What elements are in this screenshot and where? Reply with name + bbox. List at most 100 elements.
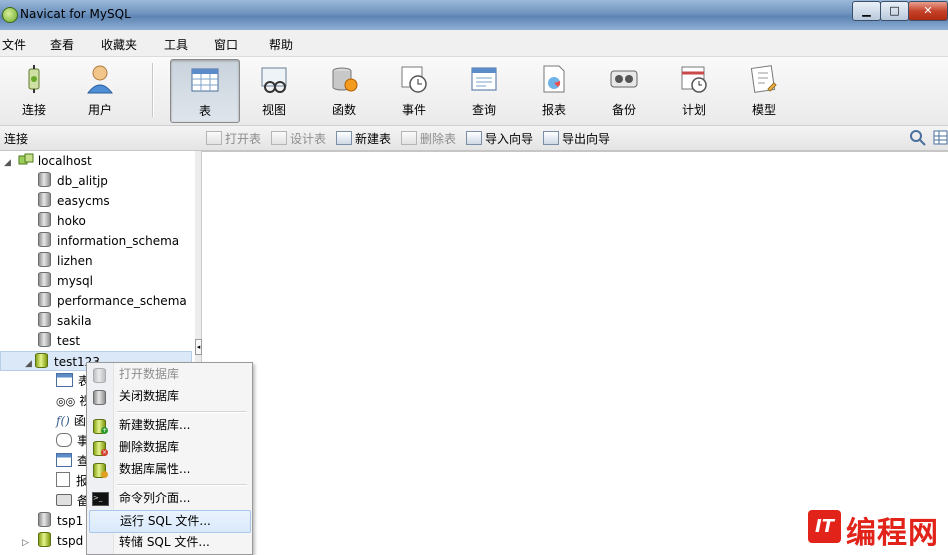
toolbar-connection-button[interactable]: 连接: [0, 59, 68, 121]
toolbar-schedule-button[interactable]: 计划: [660, 59, 728, 121]
menu-help[interactable]: 帮助: [269, 36, 293, 53]
maximize-button[interactable]: □: [880, 1, 909, 21]
menu-favorites[interactable]: 收藏夹: [101, 36, 137, 53]
tree-reports-node[interactable]: 报: [56, 471, 88, 491]
new-table-button[interactable]: 新建表: [336, 130, 391, 147]
backup-icon: [56, 494, 72, 506]
ctx-new-database[interactable]: + 新建数据库...: [89, 415, 249, 436]
tree-db-item[interactable]: performance_schema: [38, 291, 187, 311]
report-icon: [543, 65, 565, 93]
collapse-arrow-icon[interactable]: ◢: [25, 354, 35, 374]
table-icon: [191, 68, 219, 92]
toolbar-report-label: 报表: [541, 103, 566, 117]
menu-separator: [117, 411, 247, 413]
object-list-pane[interactable]: [202, 151, 948, 554]
ctx-label: 命令列介面...: [119, 491, 191, 505]
collapse-arrow-icon[interactable]: ◢: [4, 153, 14, 173]
tree-db-item[interactable]: test: [38, 331, 80, 351]
open-table-icon: [206, 131, 222, 145]
toolbar-function-button[interactable]: 函数: [310, 59, 378, 121]
ctx-run-sql-file[interactable]: 运行 SQL 文件...: [89, 510, 251, 533]
tree-events-node[interactable]: 事: [56, 431, 89, 451]
new-table-icon: [336, 131, 352, 145]
tree-db-label: tspd: [57, 534, 84, 548]
event-icon: [56, 433, 72, 447]
tree-db-item[interactable]: sakila: [38, 311, 92, 331]
design-table-label: 设计表: [290, 132, 327, 146]
tree-connection-localhost[interactable]: ◢ localhost: [4, 151, 92, 171]
tree-db-item[interactable]: lizhen: [38, 251, 93, 271]
toolbar-view-button[interactable]: 视图: [240, 59, 308, 121]
ctx-database-properties[interactable]: 数据库属性...: [89, 459, 249, 480]
tree-tables-node[interactable]: 表: [56, 371, 90, 391]
tree-db-label: lizhen: [57, 254, 93, 268]
import-wizard-button[interactable]: 导入向导: [466, 130, 533, 147]
database-icon: [38, 312, 51, 327]
ctx-delete-database[interactable]: × 删除数据库: [89, 437, 249, 458]
menu-window[interactable]: 窗口: [214, 36, 238, 53]
window-title: Navicat for MySQL: [20, 7, 131, 21]
export-wizard-button[interactable]: 导出向导: [543, 130, 610, 147]
tree-queries-node[interactable]: 查: [56, 451, 89, 471]
function-icon: f(): [56, 414, 70, 428]
menu-file[interactable]: 文件: [2, 36, 26, 53]
tree-db-item[interactable]: tsp1: [38, 511, 83, 531]
query-icon: [471, 67, 497, 91]
toolbar-query-label: 查询: [471, 103, 496, 117]
tree-db-item[interactable]: information_schema: [38, 231, 179, 251]
tree-db-item[interactable]: easycms: [38, 191, 110, 211]
ctx-open-database[interactable]: 打开数据库: [89, 364, 249, 385]
toolbar-event-button[interactable]: 事件: [380, 59, 448, 121]
tree-db-label: easycms: [57, 194, 110, 208]
tree-db-label: performance_schema: [57, 294, 187, 308]
menu-tools[interactable]: 工具: [164, 36, 188, 53]
tree-backups-node[interactable]: 备: [56, 491, 89, 511]
toolbar-report-button[interactable]: 报表: [520, 59, 588, 121]
design-table-button[interactable]: 设计表: [271, 130, 326, 147]
delete-table-icon: [401, 131, 417, 145]
database-open-icon: [38, 532, 51, 547]
user-icon: [86, 65, 114, 94]
tree-db-item[interactable]: mysql: [38, 271, 93, 291]
console-icon: >_: [92, 492, 109, 506]
view-icon: [261, 67, 287, 93]
toolbar-query-button[interactable]: 查询: [450, 59, 518, 121]
menu-view[interactable]: 查看: [50, 36, 74, 53]
export-wizard-label: 导出向导: [562, 132, 611, 146]
menu-bar: 文件 查看 收藏夹 工具 窗口 帮助: [0, 30, 948, 57]
open-table-button[interactable]: 打开表: [206, 130, 261, 147]
new-table-label: 新建表: [355, 132, 392, 146]
connection-icon: [18, 153, 34, 165]
expand-arrow-icon[interactable]: ▷: [22, 533, 32, 553]
search-icon[interactable]: [909, 129, 926, 146]
toolbar-user-button[interactable]: 用户: [66, 59, 134, 121]
import-wizard-label: 导入向导: [485, 132, 534, 146]
database-icon: [38, 232, 51, 247]
toolbar-connection-label: 连接: [21, 103, 46, 117]
ctx-label: 转储 SQL 文件...: [119, 535, 210, 549]
database-context-menu: 打开数据库 关闭数据库 + 新建数据库... × 删除数据库 数据库属性... >_…: [86, 362, 253, 555]
ctx-dump-sql-file[interactable]: 转储 SQL 文件...: [89, 532, 249, 553]
design-table-icon: [271, 131, 287, 145]
delete-table-button[interactable]: 删除表: [401, 130, 456, 147]
splitter-grip-icon[interactable]: ◂: [195, 339, 202, 355]
tree-db-item[interactable]: hoko: [38, 211, 86, 231]
title-bar[interactable]: Navicat for MySQL ▁ □ ✕: [0, 0, 948, 30]
toolbar-model-button[interactable]: 模型: [730, 59, 798, 121]
ctx-close-database[interactable]: 关闭数据库: [89, 386, 249, 407]
watermark-logo: IT: [808, 510, 841, 543]
toolbar-user-label: 用户: [87, 103, 112, 117]
tree-db-item[interactable]: ▷ tspd: [22, 531, 83, 551]
toolbar-table-button[interactable]: 表: [170, 59, 240, 123]
watermark-text: 编程网: [846, 516, 939, 551]
minimize-button[interactable]: ▁: [852, 1, 881, 21]
grid-view-icon[interactable]: [933, 129, 948, 146]
delete-table-label: 删除表: [420, 132, 457, 146]
tree-functions-node[interactable]: f() 函: [56, 411, 86, 431]
toolbar-backup-button[interactable]: 备份: [590, 59, 658, 121]
import-wizard-icon: [466, 131, 482, 145]
ctx-command-line[interactable]: >_ 命令列介面...: [89, 488, 249, 509]
close-button[interactable]: ✕: [908, 1, 948, 21]
database-icon: [38, 512, 51, 527]
tree-db-item[interactable]: db_alitjp: [38, 171, 108, 191]
